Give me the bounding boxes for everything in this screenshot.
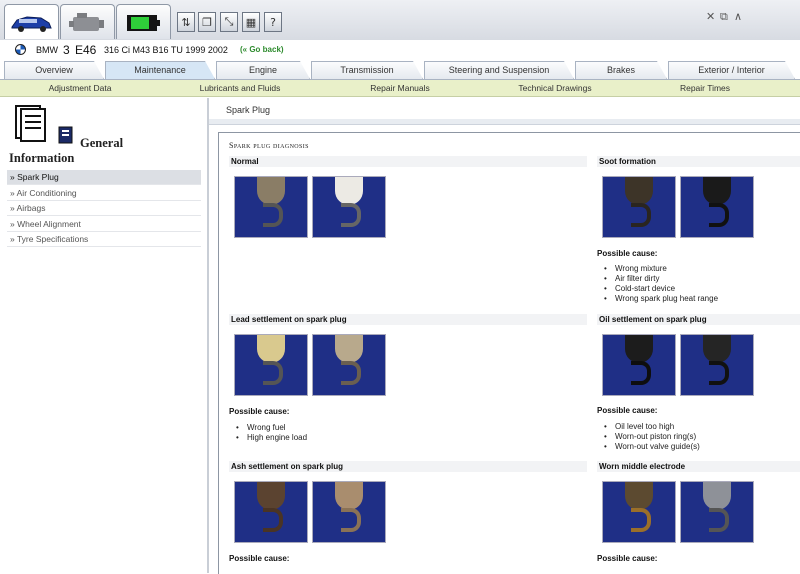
tab-maintenance[interactable]: Maintenance	[105, 61, 215, 79]
resize-icon[interactable]: ⤡	[220, 12, 238, 32]
info-book-icon	[58, 126, 73, 144]
photo-ash-1	[234, 481, 308, 543]
diagnosis-title: Spark plug diagnosis	[229, 141, 309, 150]
bmw-logo-icon	[15, 44, 26, 55]
restore-icon[interactable]: ⧉	[720, 10, 728, 24]
section-heading-lead: Lead settlement on spark plug	[229, 314, 587, 325]
sidebar-item-label: Tyre Specifications	[16, 234, 89, 245]
cause-item: Worn-out piston ring(s)	[602, 432, 700, 442]
photo-lead-2	[312, 334, 386, 396]
engine-icon	[69, 13, 104, 31]
sidebar-item-tyre-specifications[interactable]: » Tyre Specifications	[7, 232, 201, 248]
sidebar-marker: »	[10, 234, 15, 245]
cause-item: Worn-out valve guide(s)	[602, 442, 700, 452]
manual-book-icon	[15, 105, 46, 142]
collapse-icon[interactable]: ∧	[734, 10, 742, 23]
vehicle-make: BMW	[36, 45, 58, 55]
sidebar-item-label: Spark Plug	[17, 172, 59, 182]
tab-exterior-interior[interactable]: Exterior / Interior	[668, 61, 795, 79]
close-icon[interactable]: ✕	[706, 10, 715, 23]
sidebar-item-label: Air Conditioning	[16, 187, 77, 198]
go-back-link[interactable]: (« Go back)	[240, 45, 284, 54]
section-heading-oil: Oil settlement on spark plug	[597, 314, 800, 325]
photo-oil-2	[680, 334, 754, 396]
vehicle-model: E46	[75, 43, 97, 57]
tab-brakes[interactable]: Brakes	[575, 61, 667, 79]
vehicle-details: 316 Ci M43 B16 TU 1999 2002	[104, 45, 228, 55]
sidebar-item-label: Airbags	[16, 203, 46, 214]
top-toolbar: ⇅ ❐ ⤡ ▦ ? ✕ ⧉ ∧	[0, 0, 800, 41]
photo-lead-1	[234, 334, 308, 396]
photo-ash-2	[312, 481, 386, 543]
section-heading-soot: Soot formation	[597, 156, 800, 167]
sidebar-marker: »	[10, 187, 15, 198]
calculator-icon[interactable]: ▦	[242, 12, 260, 32]
section-heading-general: General	[80, 136, 124, 150]
photo-worn-1	[602, 481, 676, 543]
tab-engine[interactable]: Engine	[216, 61, 310, 79]
cause-item: Oil level too high	[602, 422, 700, 432]
section-heading-ash: Ash settlement on spark plug	[229, 461, 587, 472]
app-tab-car[interactable]	[4, 4, 59, 39]
sidebar-item-air-conditioning[interactable]: » Air Conditioning	[7, 186, 201, 201]
sidebar-marker: »	[10, 203, 15, 214]
cause-item: Air filter dirty	[602, 274, 718, 284]
title-separator	[209, 119, 800, 125]
possible-cause-label: Possible cause:	[597, 249, 658, 258]
possible-cause-label: Possible cause:	[597, 554, 658, 563]
page-title: Spark Plug	[226, 105, 271, 115]
photo-normal-1	[234, 176, 308, 238]
content-panel: Spark Plug Spark plug diagnosis Normal S…	[209, 98, 800, 574]
tab-steering-suspension[interactable]: Steering and Suspension	[424, 61, 574, 79]
cause-item: Wrong mixture	[602, 264, 718, 274]
copy-icon[interactable]: ❐	[198, 12, 216, 32]
cause-list-lead: Wrong fuel High engine load	[234, 423, 307, 443]
photo-oil-1	[602, 334, 676, 396]
sidebar-item-spark-plug[interactable]: » Spark Plug	[7, 170, 201, 185]
subtab-repair-times[interactable]: Repair Times	[625, 80, 785, 96]
sidebar-list: » Spark Plug » Air Conditioning » Airbag…	[7, 170, 201, 248]
sidebar-item-wheel-alignment[interactable]: » Wheel Alignment	[7, 217, 201, 232]
section-heading-information: Information	[9, 151, 75, 165]
subtab-repair-manuals[interactable]: Repair Manuals	[320, 80, 480, 96]
cause-item: Wrong fuel	[234, 423, 307, 433]
sidebar-item-label: Wheel Alignment	[17, 218, 81, 229]
cause-item: High engine load	[234, 433, 307, 443]
sidebar-item-airbags[interactable]: » Airbags	[7, 201, 201, 217]
tab-transmission[interactable]: Transmission	[311, 61, 423, 79]
app-tab-battery[interactable]	[116, 4, 171, 39]
car-icon	[11, 16, 52, 32]
sidebar-marker: »	[10, 218, 15, 229]
cause-list-oil: Oil level too high Worn-out piston ring(…	[602, 422, 700, 452]
section-heading-worn-electrode: Worn middle electrode	[597, 461, 800, 472]
subtab-technical-drawings[interactable]: Technical Drawings	[470, 80, 640, 96]
help-icon[interactable]: ?	[264, 12, 282, 32]
section-heading-normal: Normal	[229, 156, 587, 167]
main-tabs: Overview Maintenance Engine Transmission…	[0, 61, 800, 80]
sidebar-marker: »	[10, 172, 15, 182]
app-tab-engine[interactable]	[60, 4, 115, 39]
sub-tabs: Adjustment Data Lubricants and Fluids Re…	[0, 80, 800, 97]
subtab-lubricants-fluids[interactable]: Lubricants and Fluids	[160, 80, 320, 96]
diagnosis-pane: Spark plug diagnosis Normal Soot formati…	[218, 132, 800, 574]
fluid-transfer-icon[interactable]: ⇅	[177, 12, 195, 32]
vehicle-header: BMW 3 E46 316 Ci M43 B16 TU 1999 2002 («…	[0, 40, 800, 60]
photo-soot-1	[602, 176, 676, 238]
possible-cause-label: Possible cause:	[229, 554, 290, 563]
vehicle-series: 3	[63, 43, 70, 57]
photo-soot-2	[680, 176, 754, 238]
cause-item: Cold-start device	[602, 284, 718, 294]
possible-cause-label: Possible cause:	[597, 406, 658, 415]
battery-icon	[127, 15, 160, 31]
subtab-adjustment-data[interactable]: Adjustment Data	[0, 80, 160, 96]
photo-normal-2	[312, 176, 386, 238]
cause-item: Wrong spark plug heat range	[602, 294, 718, 304]
photo-worn-2	[680, 481, 754, 543]
left-panel: General Information » Spark Plug » Air C…	[0, 98, 209, 573]
possible-cause-label: Possible cause:	[229, 407, 290, 416]
cause-list-soot: Wrong mixture Air filter dirty Cold-star…	[602, 264, 718, 304]
tab-overview[interactable]: Overview	[4, 61, 104, 79]
